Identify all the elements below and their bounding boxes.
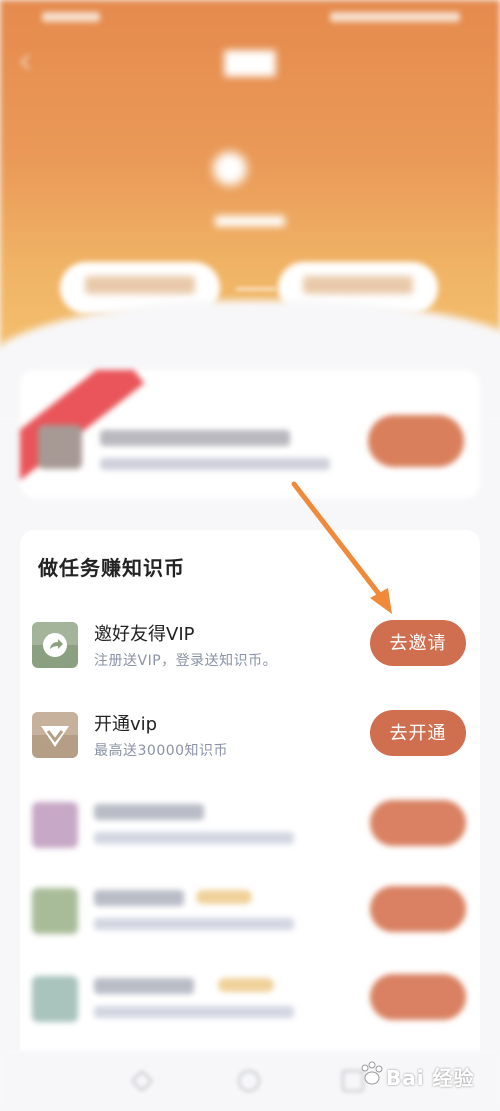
task-row-vip: 开通vip 最高送30000知识币 去开通 [20, 706, 480, 776]
header-title-blurred: ███ [224, 52, 276, 77]
balance-blurred: ● [210, 140, 250, 191]
task-name: 开通vip [94, 714, 158, 735]
open-vip-button[interactable]: 去开通 [370, 710, 466, 756]
nav-back-icon[interactable] [130, 1069, 154, 1093]
invite-button[interactable]: 去邀请 [370, 620, 466, 666]
promo-title-blurred [100, 430, 290, 446]
task-icon [32, 976, 78, 1022]
promo-button-blurred[interactable] [368, 415, 464, 467]
task-icon [32, 888, 78, 934]
promo-icon [38, 425, 82, 469]
task-button-blurred[interactable] [370, 886, 466, 932]
promo-desc-blurred [100, 458, 330, 470]
watermark: Bai 经验 [356, 1054, 496, 1094]
task-row-invite: 邀好友得VIP 注册送VIP，登录送知识币。 去邀请 [20, 616, 480, 686]
nav-home-icon[interactable] [238, 1070, 260, 1092]
task-row-blurred [20, 882, 480, 952]
promo-card-blurred [20, 370, 480, 498]
task-desc: 最高送30000知识币 [94, 743, 229, 759]
task-section-title: 做任务赚知识币 [38, 556, 185, 580]
task-row-blurred [20, 796, 480, 866]
task-desc: 注册送VIP，登录送知识币。 [94, 653, 278, 669]
task-button-blurred[interactable] [370, 800, 466, 846]
task-card: 做任务赚知识币 邀好友得VIP 注册送VIP，登录送知识币。 去邀请 开通vip… [20, 530, 480, 1090]
vip-diamond-icon [32, 712, 78, 758]
pill-divider [236, 288, 276, 290]
share-arrow-icon [32, 622, 78, 668]
balance-label-blurred: ▄▄▄▄▄ [215, 206, 285, 227]
watermark-text: Bai 经验 [386, 1066, 475, 1090]
task-row-blurred [20, 970, 480, 1040]
screen: ███ ● ▄▄▄▄▄ 做任务赚知识币 邀好友得VIP 注册送VIP，登录送知识… [0, 0, 500, 1111]
status-bar [0, 6, 500, 28]
task-icon [32, 802, 78, 848]
task-button-blurred[interactable] [370, 974, 466, 1020]
paw-logo-icon [361, 1061, 383, 1085]
task-name: 邀好友得VIP [94, 624, 195, 645]
